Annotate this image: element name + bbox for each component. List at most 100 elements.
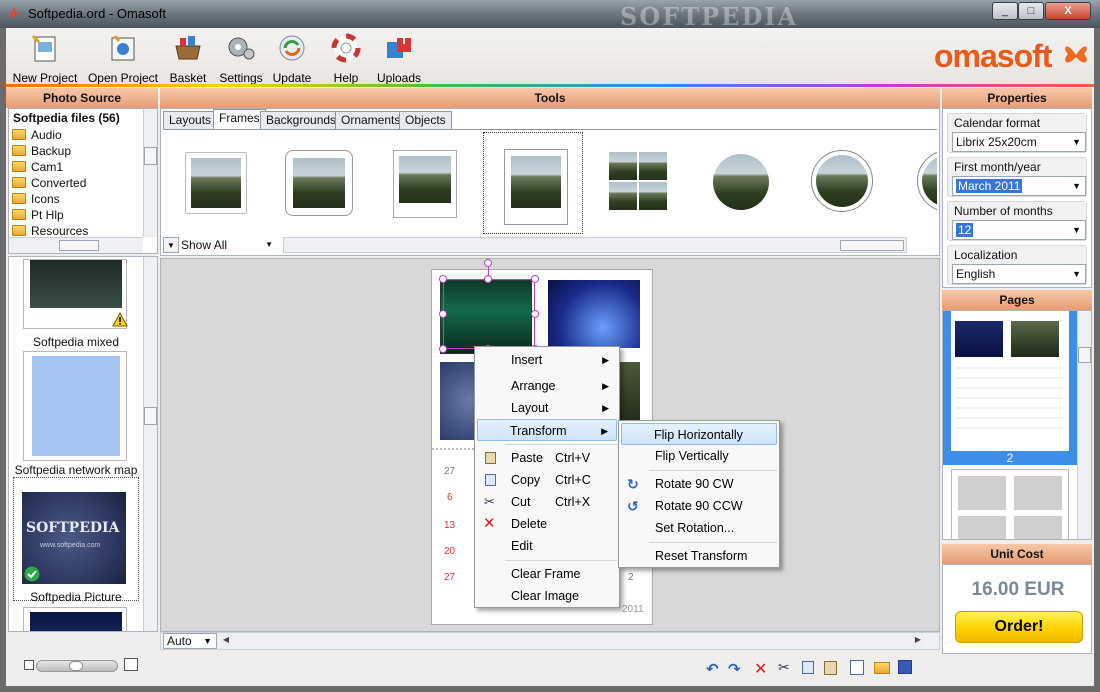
menu-item-reset-transform[interactable]: Reset Transform	[621, 545, 777, 567]
show-all-dropdown[interactable]: Show All ▼	[181, 237, 277, 253]
menu-item-copy[interactable]: Copy Ctrl+C	[477, 469, 617, 491]
menu-item-flip-vertically[interactable]: Flip Vertically	[621, 445, 777, 467]
page-thumbnail-selected[interactable]: 2	[943, 311, 1077, 465]
folder-item[interactable]: Audio	[9, 127, 143, 143]
maximize-button[interactable]: □	[1018, 2, 1044, 20]
zoom-in-icon[interactable]	[124, 658, 138, 671]
folder-item[interactable]: Icons	[9, 191, 143, 207]
scroll-thumb[interactable]	[59, 240, 99, 251]
app-logo-icon	[8, 7, 20, 19]
scroll-thumb[interactable]	[840, 240, 904, 251]
resize-handle[interactable]	[531, 310, 539, 318]
context-menu: Insert ▶ Arrange ▶ Layout ▶ Transform ▶ Past…	[474, 346, 620, 608]
minimize-button[interactable]: _	[992, 2, 1018, 20]
first-month-select[interactable]: March 2011 ▼	[952, 176, 1086, 196]
help-button[interactable]: Help	[324, 32, 368, 85]
delete-icon[interactable]: ✕	[754, 659, 770, 678]
resize-handle[interactable]	[439, 310, 447, 318]
menu-item-rotate-ccw[interactable]: ↺ Rotate 90 CCW	[621, 495, 777, 517]
menu-item-paste[interactable]: Paste Ctrl+V	[477, 447, 617, 469]
frames-scrollbar-h[interactable]	[283, 237, 907, 253]
new-project-button[interactable]: New Project	[12, 32, 78, 85]
menu-item-insert[interactable]: Insert ▶	[477, 349, 617, 371]
undo-icon[interactable]: ↶	[706, 660, 722, 678]
frame-item-selected[interactable]	[483, 132, 583, 234]
cut-icon[interactable]: ✂	[778, 659, 794, 675]
photo-frame[interactable]	[548, 280, 640, 348]
folder-item[interactable]: Converted	[9, 175, 143, 191]
show-all-toggle-icon[interactable]: ▼	[163, 237, 179, 253]
number-of-months-select[interactable]: 12 ▼	[952, 220, 1086, 240]
frame-item[interactable]	[605, 148, 677, 220]
localization-select[interactable]: English ▼	[952, 264, 1086, 284]
settings-button[interactable]: Settings	[216, 32, 266, 85]
tab-objects[interactable]: Objects	[399, 111, 452, 129]
menu-item-flip-horizontally[interactable]: Flip Horizontally	[621, 423, 777, 445]
frame-item[interactable]	[181, 148, 253, 220]
folder-item[interactable]: Cam1	[9, 159, 143, 175]
open-project-button[interactable]: Open Project	[86, 32, 160, 85]
frame-preview	[922, 155, 937, 207]
zoom-dropdown[interactable]: Auto ▼	[163, 633, 217, 649]
tab-backgrounds[interactable]: Backgrounds	[260, 111, 343, 129]
order-button[interactable]: Order!	[955, 611, 1083, 643]
selection-box[interactable]	[443, 279, 535, 349]
menu-item-edit[interactable]: Edit	[477, 535, 617, 557]
menu-item-clear-image[interactable]: Clear Image	[477, 585, 617, 607]
page-photo	[1014, 516, 1062, 539]
paste-icon[interactable]	[824, 661, 837, 675]
folder-item[interactable]: Pt Hlp	[9, 207, 143, 223]
folder-root[interactable]: Softpedia files (56)	[13, 111, 120, 125]
pages-scrollbar-v[interactable]	[1077, 311, 1091, 539]
thumbnail-softpedia-mixed[interactable]	[23, 259, 128, 329]
menu-item-cut[interactable]: ✂ Cut Ctrl+X	[477, 491, 617, 513]
scroll-thumb[interactable]	[144, 147, 157, 165]
frame-item[interactable]	[707, 148, 779, 220]
menu-item-delete[interactable]: ✕ Delete	[477, 513, 617, 535]
redo-icon[interactable]: ↷	[728, 660, 744, 678]
folder-scrollbar-h[interactable]	[9, 237, 143, 253]
zoom-slider-thumb[interactable]	[69, 661, 83, 671]
folder-scrollbar-v[interactable]	[143, 109, 157, 237]
rotation-handle[interactable]	[484, 259, 492, 267]
folder-item[interactable]: Backup	[9, 143, 143, 159]
thumbnail-softpedia-picture[interactable]: SOFTPEDIA www.softpedia.com	[13, 477, 139, 601]
menu-item-transform[interactable]: Transform ▶	[477, 419, 617, 441]
resize-handle[interactable]	[484, 275, 492, 283]
frame-item[interactable]	[283, 148, 355, 220]
basket-button[interactable]: Basket	[166, 32, 210, 85]
close-button[interactable]: X	[1045, 2, 1091, 20]
page-thumbnail[interactable]	[951, 469, 1069, 539]
preview-icon[interactable]	[850, 660, 864, 675]
thumbnail-softpedia-network-map[interactable]	[23, 351, 127, 461]
tab-frames[interactable]: Frames	[213, 109, 266, 129]
scroll-thumb[interactable]	[144, 407, 157, 425]
frame-item[interactable]	[809, 148, 881, 220]
menu-item-clear-frame[interactable]: Clear Frame	[477, 563, 617, 585]
menu-item-arrange[interactable]: Arrange ▶	[477, 375, 617, 397]
zoom-out-icon[interactable]	[24, 660, 34, 670]
thumbnail-partial[interactable]	[23, 607, 127, 631]
resize-handle[interactable]	[531, 275, 539, 283]
page-number: 2	[1006, 451, 1014, 465]
uploads-button[interactable]: Uploads	[374, 32, 424, 85]
menu-item-set-rotation[interactable]: Set Rotation...	[621, 517, 777, 539]
thumbnails-scrollbar-v[interactable]	[143, 257, 157, 631]
open-folder-icon[interactable]	[874, 662, 890, 674]
menu-item-layout[interactable]: Layout ▶	[477, 397, 617, 419]
save-icon[interactable]	[898, 660, 912, 674]
tab-layouts[interactable]: Layouts	[163, 111, 218, 129]
frame-item[interactable]	[391, 148, 463, 220]
scroll-right-icon[interactable]: ▶	[913, 635, 923, 644]
frame-item[interactable]	[915, 148, 937, 220]
scroll-left-icon[interactable]: ◀	[221, 635, 231, 644]
zoom-slider[interactable]	[36, 660, 118, 672]
update-button[interactable]: Update	[270, 32, 314, 85]
tab-ornaments[interactable]: Ornaments	[335, 111, 407, 129]
scroll-thumb[interactable]	[1078, 347, 1091, 363]
calendar-format-select[interactable]: Librix 25x20cm ▼	[952, 132, 1086, 152]
resize-handle[interactable]	[439, 275, 447, 283]
menu-item-rotate-cw[interactable]: ↻ Rotate 90 CW	[621, 473, 777, 495]
copy-icon[interactable]	[802, 661, 814, 674]
resize-handle[interactable]	[439, 345, 447, 353]
